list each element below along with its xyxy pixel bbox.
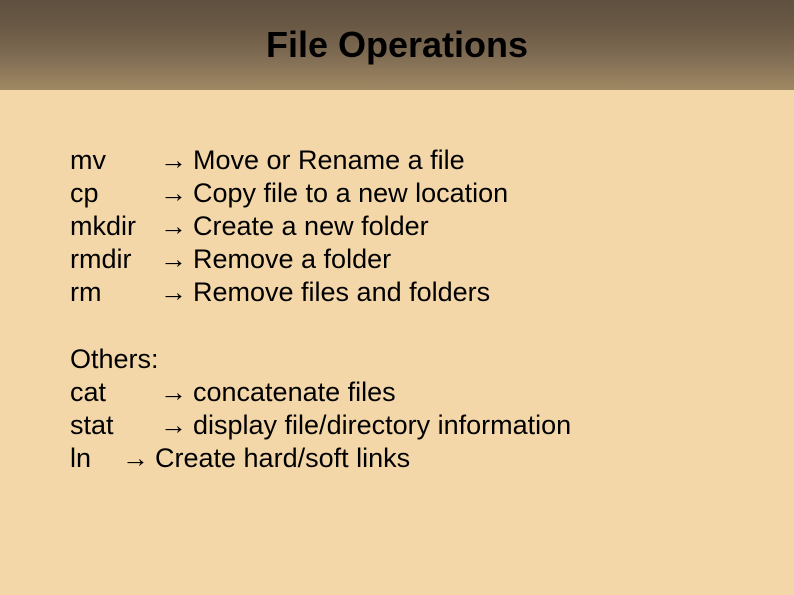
command-row: ln →Create hard/soft links — [70, 442, 724, 475]
arrow-icon: → — [160, 377, 187, 407]
command-desc-text: Move or Rename a file — [193, 145, 465, 175]
arrow-icon: → — [160, 244, 187, 274]
command-name: stat — [70, 409, 160, 442]
command-name: mkdir — [70, 210, 160, 243]
command-name: ln — [70, 442, 122, 475]
command-desc: →Create hard/soft links — [122, 442, 410, 475]
title-bar: File Operations — [0, 0, 794, 90]
arrow-icon: → — [160, 178, 187, 208]
command-desc: →Remove files and folders — [160, 276, 490, 309]
slide-content: mv →Move or Rename a file cp →Copy file … — [0, 90, 794, 474]
arrow-icon: → — [160, 211, 187, 241]
command-desc: →concatenate files — [160, 376, 396, 409]
arrow-icon: → — [160, 410, 187, 440]
command-row: stat →display file/directory information — [70, 409, 724, 442]
command-row: cat →concatenate files — [70, 376, 724, 409]
command-desc-text: Remove a folder — [193, 244, 391, 274]
arrow-icon: → — [160, 145, 187, 175]
arrow-icon: → — [160, 277, 187, 307]
command-row: mv →Move or Rename a file — [70, 144, 724, 177]
command-desc-text: Copy file to a new location — [193, 178, 508, 208]
command-desc-text: concatenate files — [193, 377, 396, 407]
others-label: Others: — [70, 343, 724, 376]
command-desc-text: Remove files and folders — [193, 277, 490, 307]
command-name: cat — [70, 376, 160, 409]
command-desc-text: Create hard/soft links — [155, 443, 410, 473]
command-desc: →Move or Rename a file — [160, 144, 465, 177]
arrow-icon: → — [122, 443, 149, 473]
command-desc: →Remove a folder — [160, 243, 391, 276]
command-row: mkdir →Create a new folder — [70, 210, 724, 243]
command-row: rmdir →Remove a folder — [70, 243, 724, 276]
command-desc: →Copy file to a new location — [160, 177, 508, 210]
command-name: mv — [70, 144, 160, 177]
command-desc-text: display file/directory information — [193, 410, 571, 440]
command-desc: →Create a new folder — [160, 210, 429, 243]
command-name: rmdir — [70, 243, 160, 276]
spacer — [70, 309, 724, 343]
slide-title: File Operations — [266, 24, 528, 66]
command-desc: →display file/directory information — [160, 409, 571, 442]
command-name: cp — [70, 177, 160, 210]
command-name: rm — [70, 276, 160, 309]
command-row: cp →Copy file to a new location — [70, 177, 724, 210]
command-row: rm →Remove files and folders — [70, 276, 724, 309]
command-desc-text: Create a new folder — [193, 211, 429, 241]
